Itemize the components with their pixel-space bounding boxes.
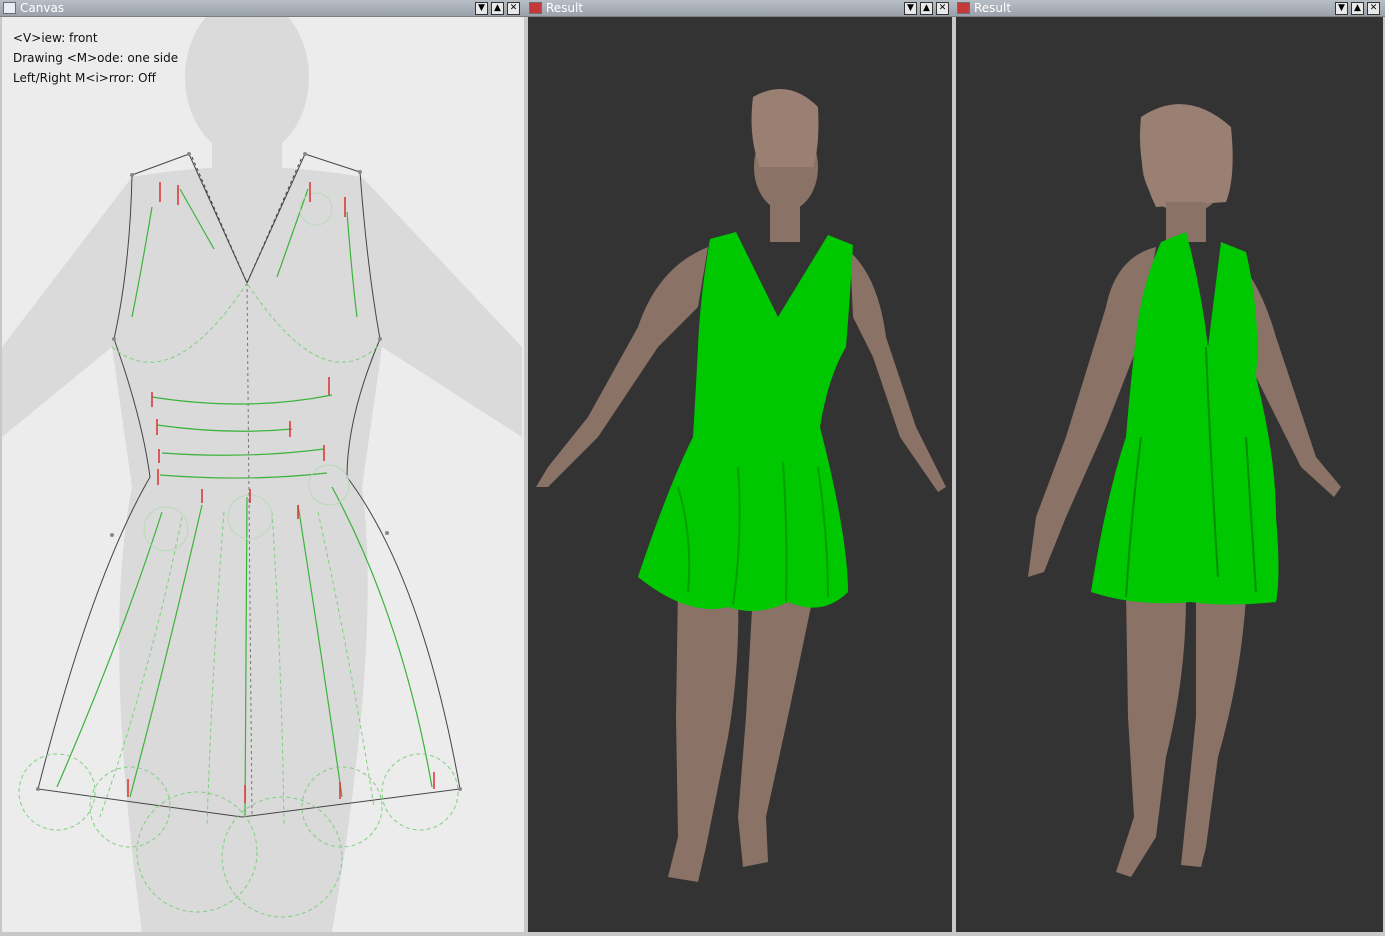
result-front-window: Result ▼ ▲ ✕ [526,0,954,936]
maximize-button[interactable]: ▲ [1351,2,1364,15]
window-menu-icon[interactable] [957,2,970,14]
result-back-title: Result [974,1,1012,15]
maximize-button[interactable]: ▲ [491,2,504,15]
minimize-button[interactable]: ▼ [1335,2,1348,15]
result-back-viewport[interactable] [956,17,1383,932]
result-back-window: Result ▼ ▲ ✕ [954,0,1385,936]
result-front-title: Result [546,1,584,15]
mode-info: Drawing <M>ode: one side [13,51,179,65]
sketch-drawing [2,17,522,932]
canvas-window: Canvas ▼ ▲ ✕ <V>iew: front Drawing <M>od… [0,0,526,936]
back-render [1028,104,1341,877]
close-button[interactable]: ✕ [1367,2,1380,15]
view-info: <V>iew: front [13,31,98,45]
front-render [536,89,946,882]
mirror-info: Left/Right M<i>rror: Off [13,71,156,85]
maximize-button[interactable]: ▲ [920,2,933,15]
minimize-button[interactable]: ▼ [475,2,488,15]
sketch-canvas[interactable]: <V>iew: front Drawing <M>ode: one side L… [2,17,524,932]
canvas-title: Canvas [20,1,65,15]
result-front-viewport[interactable] [528,17,952,932]
result-front-titlebar[interactable]: Result ▼ ▲ ✕ [526,0,954,17]
canvas-titlebar[interactable]: Canvas ▼ ▲ ✕ [0,0,526,17]
window-menu-icon[interactable] [3,2,16,14]
window-menu-icon[interactable] [529,2,542,14]
close-button[interactable]: ✕ [936,2,949,15]
close-button[interactable]: ✕ [507,2,520,15]
result-back-titlebar[interactable]: Result ▼ ▲ ✕ [954,0,1385,17]
minimize-button[interactable]: ▼ [904,2,917,15]
